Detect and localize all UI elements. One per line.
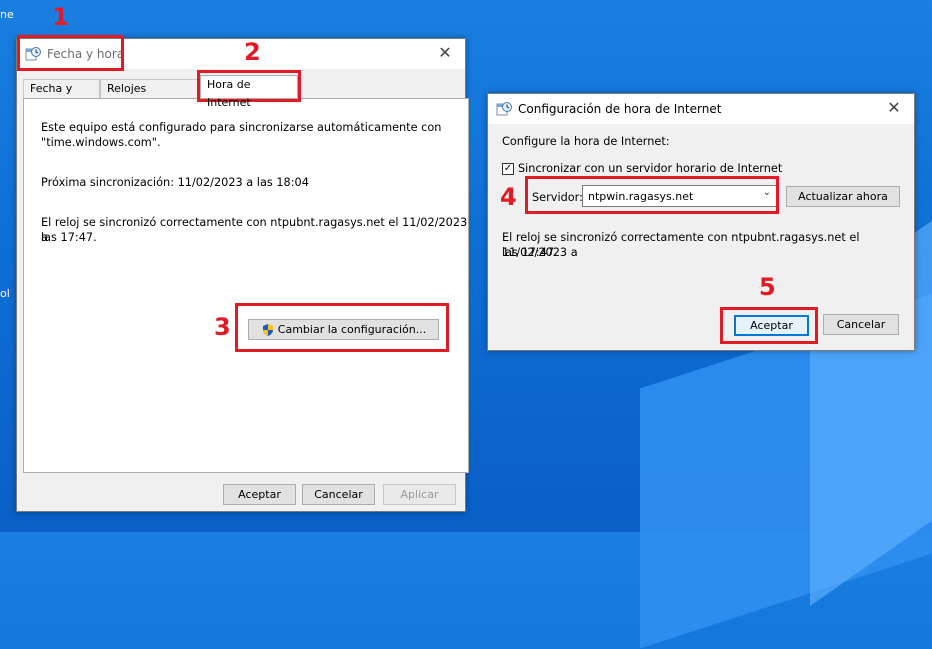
desktop-icon-label[interactable]: ne <box>0 8 14 21</box>
cancel-button[interactable]: Cancelar <box>302 484 375 505</box>
highlight-box-change-button <box>235 303 449 352</box>
accept-button[interactable]: Aceptar <box>223 484 296 505</box>
dialog-heading: Configure la hora de Internet: <box>502 135 670 148</box>
dialog-title: Configuración de hora de Internet <box>518 102 722 116</box>
next-sync-text: Próxima sincronización: 11/02/2023 a las… <box>41 176 309 189</box>
sync-checkbox-label[interactable]: Sincronizar con un servidor horario de I… <box>518 161 782 176</box>
desktop-icon-label[interactable]: ol <box>0 287 10 300</box>
step-number-5: 5 <box>759 273 776 301</box>
tab-date-time[interactable]: Fecha y hora <box>23 79 100 113</box>
tab-additional-clocks[interactable]: Relojes adicionales <box>100 79 199 113</box>
highlight-box-title <box>17 35 124 71</box>
step-number-2: 2 <box>244 38 261 66</box>
dialog-cancel-button[interactable]: Cancelar <box>823 314 899 335</box>
close-icon[interactable]: ✕ <box>435 43 455 63</box>
close-icon[interactable]: ✕ <box>884 98 904 118</box>
date-time-window: Fecha y hora ✕ Fecha y hora Relojes adic… <box>16 38 469 512</box>
sync-description-server: "time.windows.com". <box>41 136 161 149</box>
dialog-last-sync-text: El reloj se sincronizó correctamente con… <box>502 231 860 259</box>
internet-time-panel: Este equipo está configurado para sincro… <box>23 98 469 473</box>
internet-time-settings-dialog: Configuración de hora de Internet ✕ Conf… <box>487 93 915 351</box>
tab-internet-time[interactable]: Hora de Internet <box>200 75 298 109</box>
step-number-3: 3 <box>214 313 231 341</box>
dialog-title-bar[interactable]: Configuración de hora de Internet ✕ <box>488 94 914 124</box>
step-number-1: 1 <box>52 3 69 31</box>
last-sync-time: las 17:47. <box>41 231 97 244</box>
sync-description: Este equipo está configurado para sincro… <box>41 121 442 134</box>
last-sync-text: El reloj se sincronizó correctamente con… <box>41 216 468 244</box>
sync-checkbox[interactable]: ✓ <box>502 163 514 175</box>
update-now-button[interactable]: Actualizar ahora <box>786 186 900 207</box>
apply-button[interactable]: Aplicar <box>383 484 456 505</box>
highlight-box-accept <box>720 307 818 344</box>
clock-icon <box>496 101 512 117</box>
step-number-4: 4 <box>500 183 517 211</box>
dialog-last-sync-time: las 17:47. <box>502 246 558 259</box>
highlight-box-server <box>525 176 779 214</box>
